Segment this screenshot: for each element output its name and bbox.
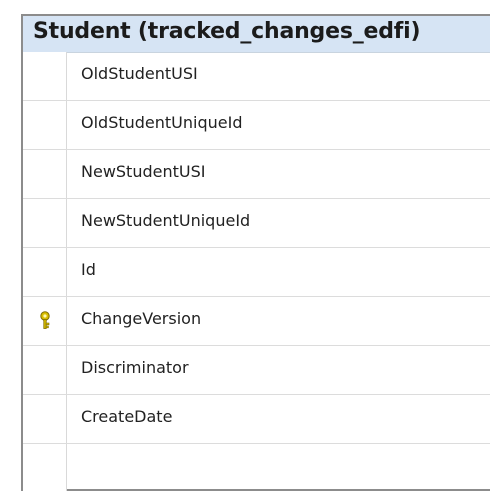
column-name: Id [81, 260, 96, 279]
column-name: OldStudentUSI [81, 64, 198, 83]
column-row-new-student-unique-id[interactable]: NewStudentUniqueId [23, 199, 490, 248]
table-box[interactable]: Student (tracked_changes_edfi) OldStuden… [21, 14, 490, 491]
table-header[interactable]: Student (tracked_changes_edfi) [23, 16, 490, 53]
column-name: CreateDate [81, 407, 173, 426]
key-icon [40, 311, 50, 329]
column-name: NewStudentUSI [81, 162, 206, 181]
column-name: Discriminator [81, 358, 189, 377]
column-row-id[interactable]: Id [23, 248, 490, 297]
column-row-old-student-usi[interactable]: OldStudentUSI [23, 52, 490, 101]
diagram-canvas: Student (tracked_changes_edfi) OldStuden… [0, 0, 490, 491]
table-title: Student (tracked_changes_edfi) [33, 19, 421, 44]
column-row-create-date[interactable]: CreateDate [23, 395, 490, 444]
column-row-old-student-unique-id[interactable]: OldStudentUniqueId [23, 101, 490, 150]
column-name: NewStudentUniqueId [81, 211, 251, 230]
column-row-discriminator[interactable]: Discriminator [23, 346, 490, 395]
columns-list: OldStudentUSI OldStudentUniqueId NewStud… [23, 52, 490, 491]
column-name: ChangeVersion [81, 309, 202, 328]
column-row-change-version[interactable]: ChangeVersion [23, 297, 490, 346]
column-name: OldStudentUniqueId [81, 113, 243, 132]
column-row-new-student-usi[interactable]: NewStudentUSI [23, 150, 490, 199]
